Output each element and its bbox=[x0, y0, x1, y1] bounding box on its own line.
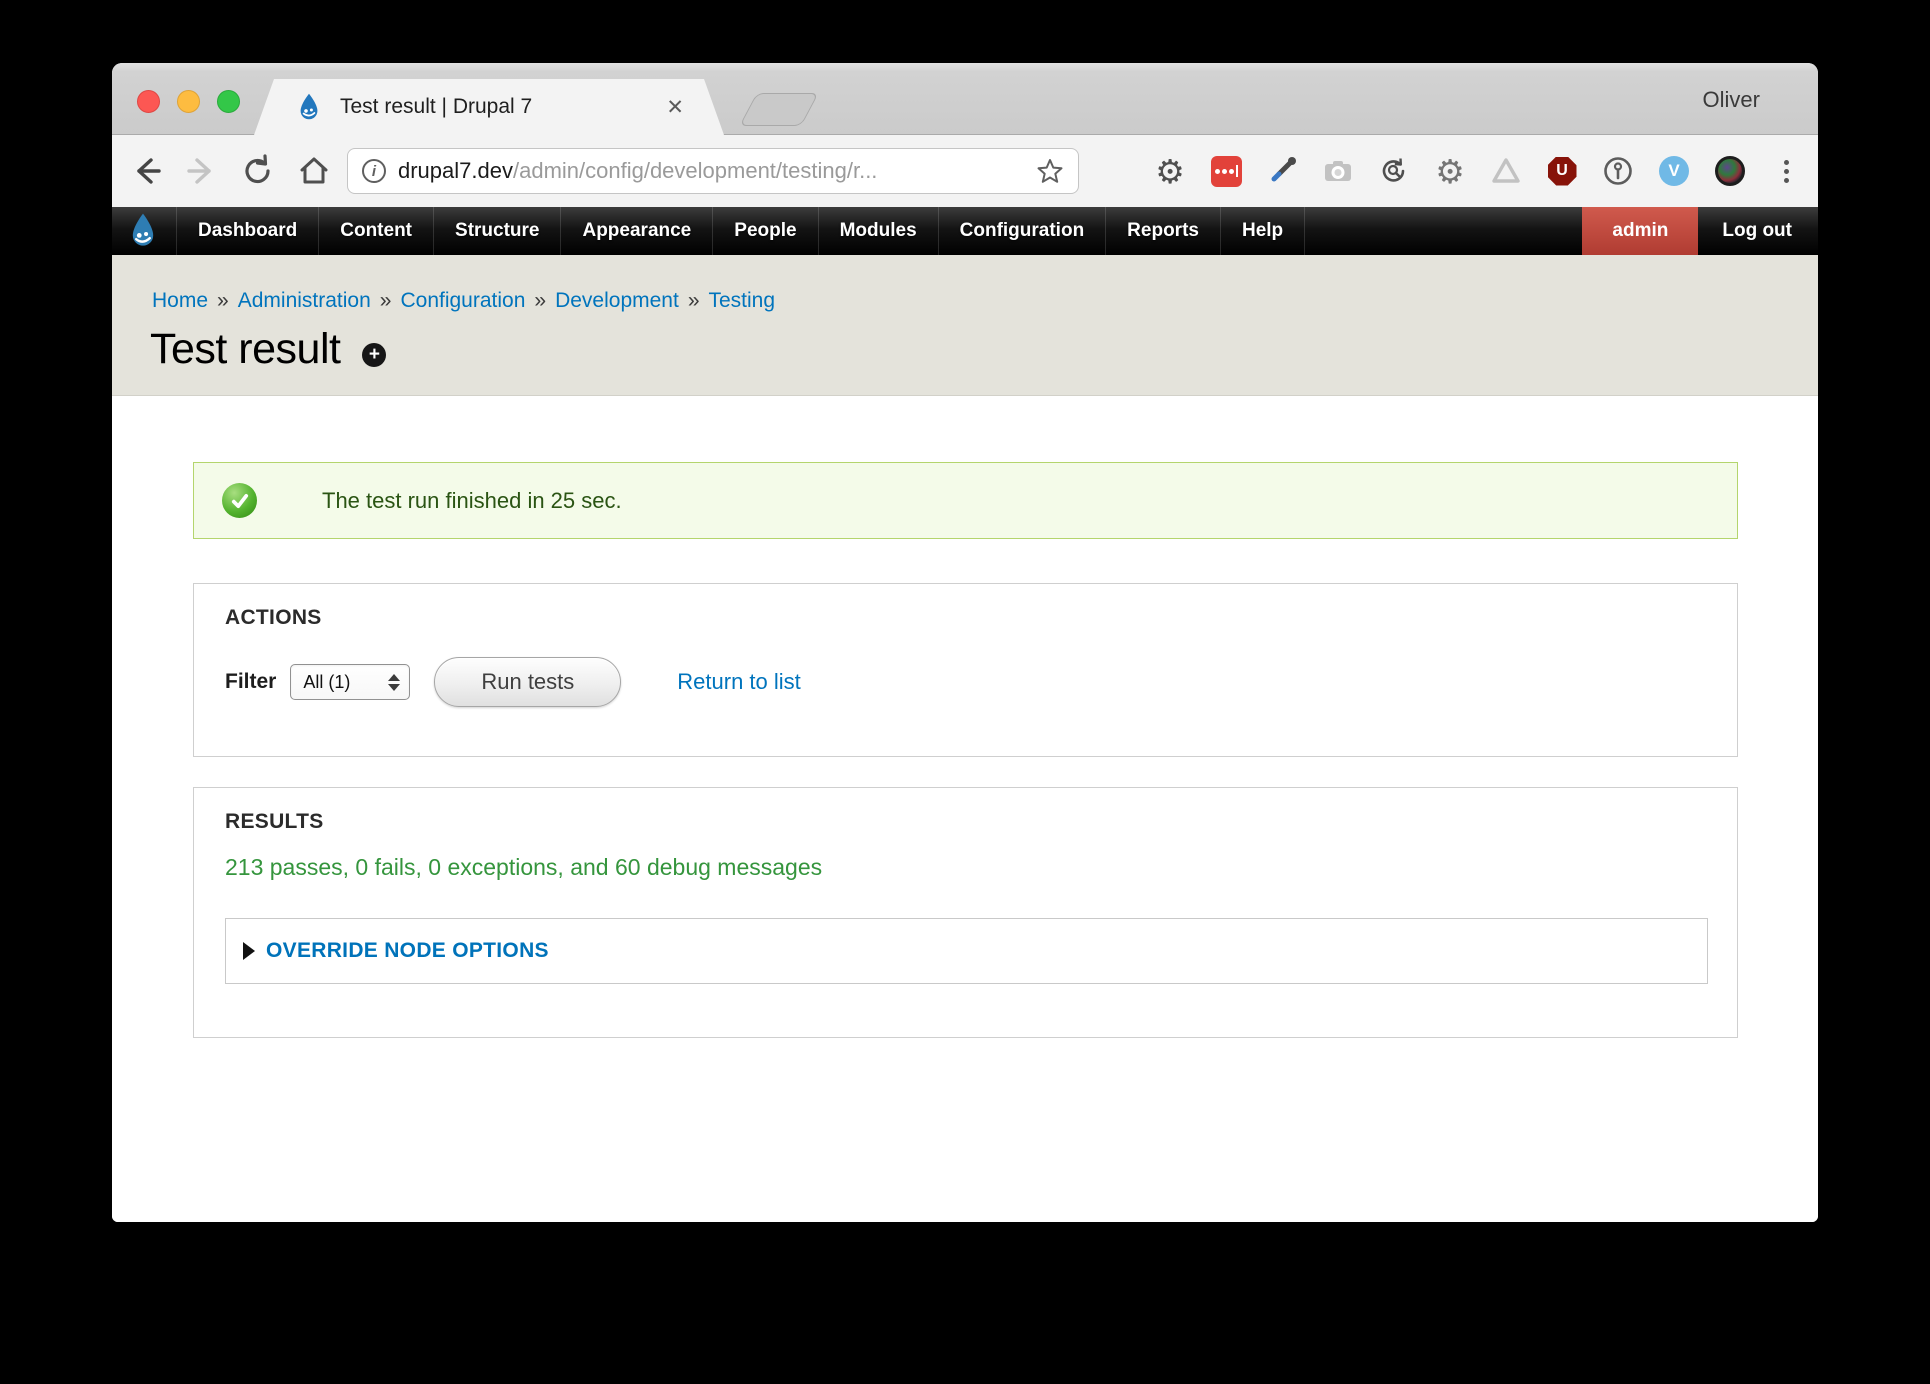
browser-toolbar: i drupal7.dev /admin/config/development/… bbox=[112, 135, 1818, 207]
breadcrumb-separator: » bbox=[380, 289, 392, 312]
minimize-window-button[interactable] bbox=[177, 90, 200, 113]
drupal-favicon-icon bbox=[294, 92, 324, 122]
menu-item-people[interactable]: People bbox=[713, 207, 818, 255]
override-node-options-fieldset[interactable]: OVERRIDE NODE OPTIONS bbox=[225, 918, 1708, 984]
success-check-icon bbox=[222, 483, 257, 518]
menu-item-content[interactable]: Content bbox=[319, 207, 434, 255]
actions-heading: ACTIONS bbox=[225, 606, 322, 630]
breadcrumb-configuration[interactable]: Configuration bbox=[400, 289, 525, 312]
logout-link[interactable]: Log out bbox=[1698, 207, 1818, 255]
add-shortcut-icon[interactable]: + bbox=[362, 343, 386, 367]
camera-lens-icon[interactable] bbox=[1714, 153, 1746, 189]
user-account-link[interactable]: admin bbox=[1582, 207, 1698, 255]
breadcrumb-testing[interactable]: Testing bbox=[709, 289, 776, 312]
key-circle-icon[interactable] bbox=[1602, 153, 1634, 189]
url-host: drupal7.dev bbox=[398, 158, 513, 184]
eyedropper-icon[interactable] bbox=[1266, 153, 1298, 189]
zoom-window-button[interactable] bbox=[217, 90, 240, 113]
breadcrumb: Home » Administration » Configuration » Develo… bbox=[152, 289, 775, 313]
url-path: /admin/config/development/testing/r... bbox=[513, 158, 1028, 184]
menu-item-modules[interactable]: Modules bbox=[819, 207, 939, 255]
page-title: Test result bbox=[150, 325, 340, 374]
forward-icon[interactable] bbox=[182, 151, 222, 191]
drupal-logo[interactable] bbox=[112, 207, 177, 255]
page-content: The test run finished in 25 sec. ACTIONS… bbox=[112, 396, 1818, 1222]
filter-label: Filter bbox=[225, 670, 276, 694]
menu-item-help[interactable]: Help bbox=[1221, 207, 1305, 255]
home-icon[interactable] bbox=[294, 151, 334, 191]
status-message-text: The test run finished in 25 sec. bbox=[322, 488, 622, 514]
reload-icon[interactable] bbox=[238, 151, 278, 191]
drive-triangle-icon[interactable] bbox=[1490, 153, 1522, 189]
back-icon[interactable] bbox=[126, 151, 166, 191]
gear-icon[interactable]: ⚙ bbox=[1434, 153, 1466, 189]
results-heading: RESULTS bbox=[225, 810, 324, 834]
title-bar: Oliver Test result | Drupal 7 ✕ bbox=[112, 63, 1818, 135]
settings-gear-icon[interactable]: ⚙ bbox=[1154, 153, 1186, 189]
results-summary: 213 passes, 0 fails, 0 exceptions, and 6… bbox=[225, 854, 822, 881]
tab-close-icon[interactable]: ✕ bbox=[666, 95, 684, 120]
password-manager-icon[interactable] bbox=[1210, 153, 1242, 189]
bookmark-star-icon[interactable] bbox=[1036, 157, 1064, 185]
return-to-list-link[interactable]: Return to list bbox=[677, 669, 801, 695]
filter-selected-value: All (1) bbox=[303, 672, 388, 693]
filter-select[interactable]: All (1) bbox=[290, 664, 410, 700]
menu-item-dashboard[interactable]: Dashboard bbox=[177, 207, 319, 255]
breadcrumb-development[interactable]: Development bbox=[555, 289, 679, 312]
drupal-admin-toolbar: Dashboard Content Structure Appearance P… bbox=[112, 207, 1818, 255]
select-stepper-icon bbox=[388, 674, 400, 691]
status-message: The test run finished in 25 sec. bbox=[193, 462, 1738, 539]
menu-item-appearance[interactable]: Appearance bbox=[561, 207, 713, 255]
menu-item-configuration[interactable]: Configuration bbox=[939, 207, 1107, 255]
breadcrumb-separator: » bbox=[534, 289, 546, 312]
chrome-profile-name[interactable]: Oliver bbox=[1703, 87, 1760, 113]
url-bar[interactable]: i drupal7.dev /admin/config/development/… bbox=[347, 148, 1079, 194]
page-header: Home » Administration » Configuration » Develo… bbox=[112, 255, 1818, 396]
breadcrumb-separator: » bbox=[688, 289, 700, 312]
menu-item-reports[interactable]: Reports bbox=[1106, 207, 1221, 255]
browser-menu-icon[interactable] bbox=[1770, 153, 1802, 189]
extension-bar: ⚙ ⚙ U V bbox=[1154, 151, 1802, 191]
fieldset-label: OVERRIDE NODE OPTIONS bbox=[266, 939, 549, 963]
breadcrumb-administration[interactable]: Administration bbox=[238, 289, 371, 312]
actions-panel: ACTIONS Filter All (1) Run tests Return … bbox=[193, 583, 1738, 757]
results-panel: RESULTS 213 passes, 0 fails, 0 exception… bbox=[193, 787, 1738, 1038]
menu-item-structure[interactable]: Structure bbox=[434, 207, 561, 255]
camera-icon[interactable] bbox=[1322, 153, 1354, 189]
v-badge-icon[interactable]: V bbox=[1658, 153, 1690, 189]
browser-window: Oliver Test result | Drupal 7 ✕ bbox=[112, 63, 1818, 1222]
new-tab-button[interactable] bbox=[739, 93, 819, 126]
close-window-button[interactable] bbox=[137, 90, 160, 113]
browser-tab[interactable]: Test result | Drupal 7 ✕ bbox=[254, 79, 724, 135]
run-tests-button[interactable]: Run tests bbox=[434, 657, 621, 707]
page-info-icon[interactable]: i bbox=[362, 159, 386, 183]
admin-menu: Dashboard Content Structure Appearance P… bbox=[177, 207, 1305, 255]
breadcrumb-separator: » bbox=[217, 289, 229, 312]
refresh-search-icon[interactable] bbox=[1378, 153, 1410, 189]
breadcrumb-home[interactable]: Home bbox=[152, 289, 208, 312]
ublock-shield-icon[interactable]: U bbox=[1546, 153, 1578, 189]
tab-title: Test result | Drupal 7 bbox=[340, 95, 666, 119]
collapsed-arrow-icon bbox=[243, 942, 255, 960]
